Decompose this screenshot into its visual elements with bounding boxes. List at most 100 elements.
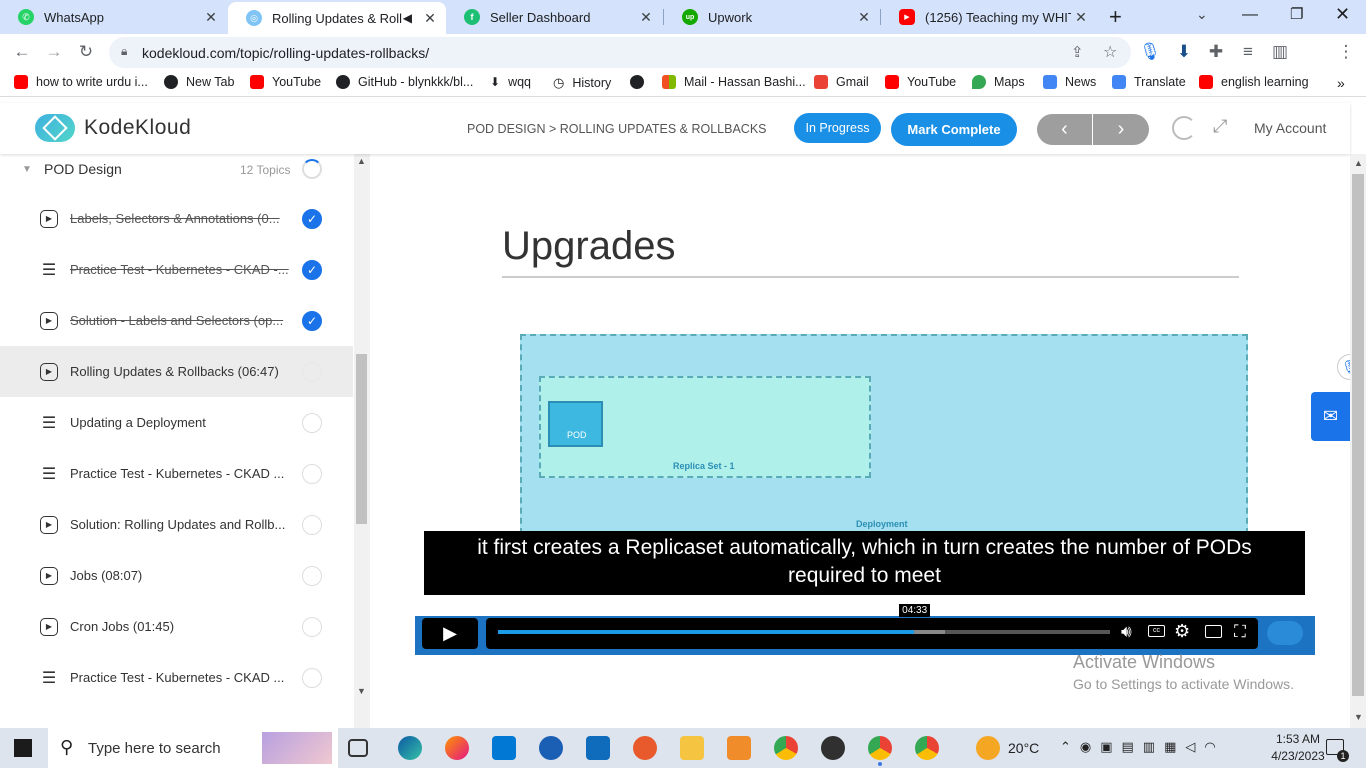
- previous-lesson-button[interactable]: ‹: [1037, 114, 1092, 145]
- minimize-button[interactable]: —: [1242, 6, 1258, 24]
- lesson-item[interactable]: ☰ Updating a Deployment: [0, 397, 353, 448]
- close-tab-icon[interactable]: ✕: [201, 9, 221, 26]
- lesson-item[interactable]: ▶ Labels, Selectors & Annotations (0... ✓: [0, 193, 353, 244]
- bookmark-item[interactable]: GitHub - blynkkk/bl...: [336, 75, 473, 89]
- close-tab-icon[interactable]: ✕: [636, 9, 656, 26]
- skype-icon[interactable]: [539, 736, 563, 760]
- store-icon[interactable]: [492, 736, 516, 760]
- tab-kodekloud[interactable]: ◎ Rolling Updates & Rollba ◀ ✕: [228, 2, 446, 34]
- extensions-puzzle-icon[interactable]: ✚: [1204, 40, 1228, 64]
- file-explorer-icon[interactable]: [680, 736, 704, 760]
- reload-button[interactable]: ↻: [74, 40, 98, 64]
- captions-icon[interactable]: cc: [1148, 625, 1165, 637]
- clock-date[interactable]: 4/23/2023: [1268, 749, 1328, 763]
- share-icon[interactable]: ⇪: [1071, 43, 1084, 61]
- weather-temperature[interactable]: 20°C: [1008, 740, 1039, 756]
- weather-icon[interactable]: [976, 736, 1000, 760]
- lesson-item[interactable]: ▶ Solution: Rolling Updates and Rollb...: [0, 499, 353, 550]
- tab-youtube[interactable]: ▶ (1256) Teaching my WHITE fr ✕: [881, 0, 1097, 34]
- chrome-profile-icon[interactable]: [915, 736, 939, 760]
- bookmark-item[interactable]: Translate: [1112, 75, 1186, 89]
- scrollbar-thumb[interactable]: [356, 354, 367, 524]
- next-lesson-button[interactable]: ›: [1093, 114, 1149, 145]
- seek-bar[interactable]: [498, 630, 1110, 634]
- taskbar-search-box[interactable]: ⚲ Type here to search: [48, 728, 338, 768]
- fullscreen-icon[interactable]: ⛶: [1234, 622, 1246, 642]
- scroll-up-arrow-icon[interactable]: ▲: [1354, 158, 1363, 168]
- incomplete-circle-icon[interactable]: [302, 412, 322, 433]
- bookmark-item[interactable]: Gmail: [814, 75, 869, 89]
- close-tab-icon[interactable]: ✕: [1071, 9, 1091, 26]
- kodekloud-logo-icon[interactable]: [35, 114, 75, 142]
- lesson-item[interactable]: ☰ Practice Test - Kubernetes - CKAD ...: [0, 448, 353, 499]
- bookmark-item[interactable]: News: [1043, 75, 1096, 89]
- my-account-link[interactable]: My Account: [1254, 120, 1326, 136]
- tab-upwork[interactable]: up Upwork ✕: [664, 0, 880, 34]
- bookmark-star-icon[interactable]: ☆: [1103, 42, 1117, 62]
- volume-icon[interactable]: 🔊︎: [1121, 622, 1132, 642]
- scroll-down-arrow-icon[interactable]: ▼: [357, 686, 366, 696]
- download-extension-icon[interactable]: ⬇: [1172, 40, 1196, 64]
- in-progress-badge[interactable]: In Progress: [794, 113, 881, 143]
- lesson-item[interactable]: ▶ Cron Jobs (01:45): [0, 601, 353, 652]
- incomplete-circle-icon[interactable]: [302, 514, 322, 535]
- lock-icon[interactable]: 🔒︎: [121, 44, 127, 59]
- bookmark-item[interactable]: english learning: [1199, 75, 1309, 89]
- bookmark-item[interactable]: New Tab: [164, 75, 234, 89]
- bookmark-item[interactable]: Mail - Hassan Bashi...: [662, 75, 806, 89]
- lesson-item[interactable]: ☰ Practice Test - Kubernetes - CKAD -... ✓: [0, 244, 353, 295]
- new-tab-button[interactable]: +: [1109, 4, 1122, 30]
- bookmark-item[interactable]: YouTube: [885, 75, 956, 89]
- windows-start-icon[interactable]: [14, 739, 32, 757]
- settings-app-icon[interactable]: [727, 736, 751, 760]
- completed-check-icon[interactable]: ✓: [302, 208, 322, 229]
- side-panel-icon[interactable]: ▥: [1268, 40, 1292, 64]
- microphone-icon[interactable]: 🎙︎: [1138, 40, 1162, 64]
- tab-whatsapp[interactable]: ✆ WhatsApp ✕: [0, 0, 227, 34]
- close-tab-icon[interactable]: ✕: [854, 9, 874, 26]
- picture-in-picture-icon[interactable]: [1205, 625, 1222, 638]
- scroll-down-arrow-icon[interactable]: ▼: [1354, 712, 1363, 722]
- clock-time[interactable]: 1:53 AM: [1270, 732, 1326, 746]
- play-button[interactable]: ▶: [422, 618, 478, 649]
- bookmark-item[interactable]: how to write urdu i...: [14, 75, 148, 89]
- tab-seller-dashboard[interactable]: f Seller Dashboard ✕: [446, 0, 662, 34]
- lesson-item[interactable]: ☰ Practice Test - Kubernetes - CKAD ...: [0, 652, 353, 703]
- restore-button[interactable]: ❐: [1290, 5, 1303, 23]
- mail-icon[interactable]: [586, 736, 610, 760]
- incomplete-circle-icon[interactable]: [302, 463, 322, 484]
- sidebar-scrollbar[interactable]: ▲ ▼: [354, 154, 370, 728]
- snail-app-icon[interactable]: [633, 736, 657, 760]
- firefox-icon[interactable]: [445, 736, 469, 760]
- incomplete-circle-icon[interactable]: [302, 565, 322, 586]
- settings-gear-icon[interactable]: ⚙: [1174, 621, 1190, 642]
- more-bookmarks-icon[interactable]: »: [1337, 75, 1345, 91]
- bookmark-item[interactable]: ◷ History: [553, 75, 611, 91]
- page-scrollbar[interactable]: ▲ ▼: [1350, 154, 1366, 728]
- task-view-icon[interactable]: [348, 739, 368, 757]
- close-tab-icon[interactable]: ✕: [420, 10, 440, 27]
- system-tray-icons[interactable]: ⌃◉▣▤▥▦◁◠: [1060, 739, 1225, 755]
- obs-icon[interactable]: [821, 736, 845, 760]
- section-title[interactable]: POD Design: [44, 161, 122, 177]
- chrome-active-icon[interactable]: [868, 736, 892, 760]
- incomplete-circle-icon[interactable]: [302, 361, 322, 382]
- bookmark-item[interactable]: ⬇ wqq: [490, 75, 531, 89]
- bookmark-item[interactable]: [630, 75, 652, 89]
- incomplete-circle-icon[interactable]: [302, 616, 322, 637]
- lesson-item[interactable]: ▶ Jobs (08:07): [0, 550, 353, 601]
- mark-complete-button[interactable]: Mark Complete: [891, 113, 1017, 146]
- site-logo-text[interactable]: KodeKloud: [84, 116, 191, 140]
- incomplete-circle-icon[interactable]: [302, 667, 322, 688]
- back-button[interactable]: ←: [10, 40, 34, 64]
- reading-list-icon[interactable]: ≡: [1236, 40, 1260, 64]
- forward-button[interactable]: →: [42, 40, 66, 64]
- completed-check-icon[interactable]: ✓: [302, 259, 322, 280]
- page-scrollbar-thumb[interactable]: [1352, 174, 1364, 696]
- dark-mode-toggle-icon[interactable]: [1172, 116, 1196, 140]
- chrome-menu-icon[interactable]: ⋮: [1334, 40, 1358, 64]
- bookmark-item[interactable]: Maps: [972, 75, 1025, 89]
- close-window-button[interactable]: ✕: [1335, 4, 1350, 25]
- speaker-muted-icon[interactable]: ◀: [403, 11, 412, 25]
- fullscreen-expand-icon[interactable]: ⤢: [1213, 116, 1227, 137]
